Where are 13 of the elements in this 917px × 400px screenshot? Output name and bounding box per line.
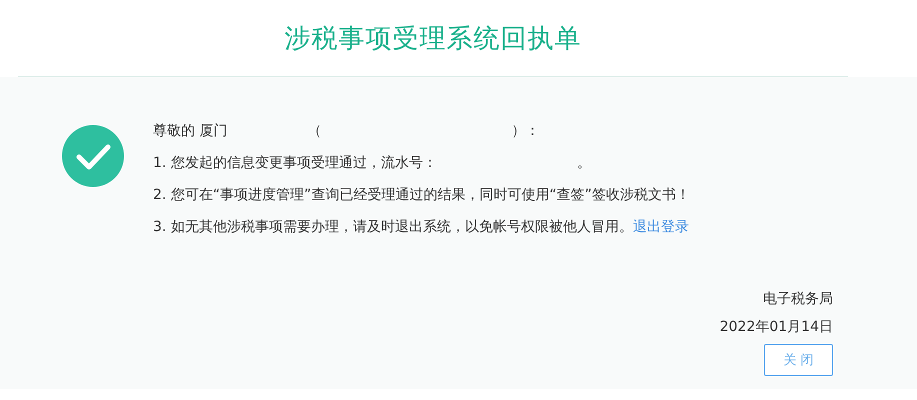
- notice-text: 1. 您发起的信息变更事项受理通过，流水号：: [153, 154, 437, 172]
- period-text: 。: [576, 154, 591, 172]
- page-title: 涉税事项受理系统回执单: [284, 22, 582, 56]
- office-name: 电子税务局: [763, 290, 833, 308]
- close-button[interactable]: 关 闭: [764, 344, 833, 376]
- paren-text: （: [307, 122, 322, 140]
- notice-text: 2. 您可在“事项进度管理”查询已经受理通过的结果，同时可使用“查签”签收涉税文书！: [153, 186, 690, 204]
- logout-link[interactable]: 退出登录: [632, 218, 689, 236]
- date-text: 2022年01月14日: [720, 318, 833, 336]
- notice-text: 3. 如无其他涉税事项需要办理，请及时退出系统，以免帐号权限被他人冒用。: [153, 218, 633, 236]
- greeting-text: 尊敬的 厦门: [153, 122, 228, 140]
- paren-text: ）：: [511, 122, 540, 140]
- checkmark-icon: [62, 125, 124, 187]
